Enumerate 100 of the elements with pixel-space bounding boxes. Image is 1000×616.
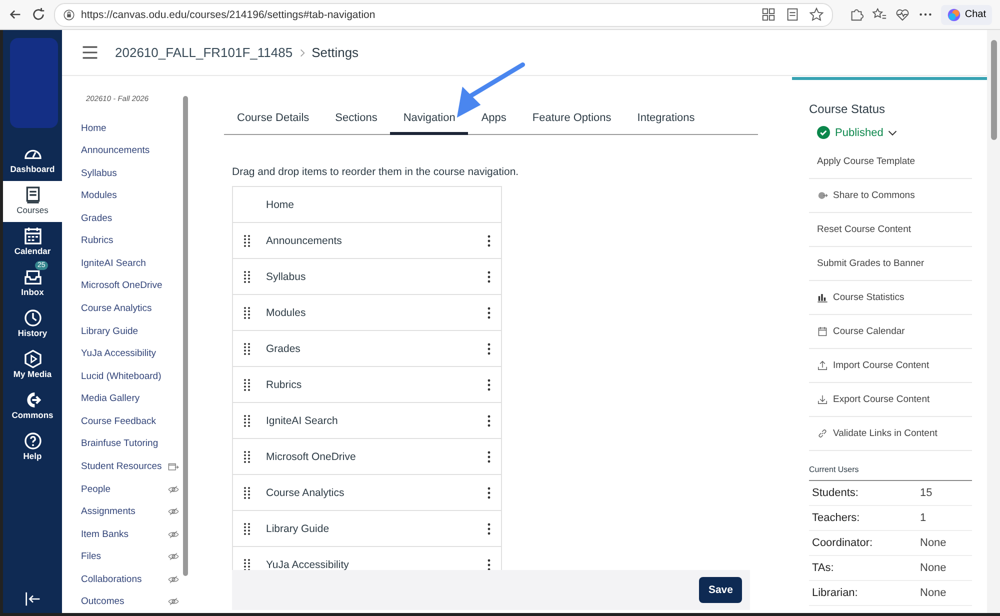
- table-cell-text: Coordinator:: [812, 537, 874, 549]
- more-options-icon[interactable]: [487, 450, 491, 462]
- global-nav-item[interactable]: My Media: [3, 345, 62, 386]
- tab[interactable]: Sections: [322, 108, 390, 135]
- more-options-icon[interactable]: [487, 414, 491, 426]
- navigation-item[interactable]: YuJa Accessibility: [266, 558, 487, 570]
- drag-handle-icon[interactable]: [244, 414, 250, 426]
- course-nav-link[interactable]: Brainfuse Tutoring: [81, 438, 158, 450]
- instruction-text: Drag and drop items to reorder them in the course navigation.: [232, 166, 520, 178]
- navigation-item[interactable]: Grades: [266, 342, 487, 354]
- breadcrumb-current: Settings: [312, 45, 359, 60]
- drag-handle-icon[interactable]: [244, 558, 250, 570]
- breadcrumb-link[interactable]: 202610_FALL_FR101F_11485: [115, 45, 293, 60]
- drag-handle-icon[interactable]: [244, 486, 250, 498]
- navigation-item[interactable]: Microsoft OneDrive: [266, 450, 487, 462]
- heart-pulse-icon[interactable]: [894, 7, 910, 22]
- drag-handle-icon[interactable]: [244, 522, 250, 534]
- course-nav-link[interactable]: People: [81, 484, 111, 495]
- save-button[interactable]: Save: [699, 577, 742, 603]
- course-nav-link[interactable]: Item Banks: [81, 528, 129, 540]
- star-icon[interactable]: [808, 7, 824, 22]
- reader-icon[interactable]: [784, 7, 800, 22]
- more-options-icon[interactable]: [487, 306, 491, 318]
- course-nav-link[interactable]: Media Gallery: [81, 393, 140, 404]
- global-nav-item[interactable]: History: [3, 304, 62, 345]
- drag-handle-icon[interactable]: [244, 234, 250, 246]
- more-options-icon[interactable]: [487, 486, 491, 498]
- course-nav-link[interactable]: Syllabus: [81, 168, 117, 179]
- table-cell: 1: [920, 512, 926, 524]
- menu-icon[interactable]: [81, 45, 99, 60]
- chevron-icon: [298, 48, 306, 58]
- course-nav-link[interactable]: Grades: [81, 212, 112, 224]
- help-icon: [22, 431, 42, 451]
- sidebar-action[interactable]: Apply Course Template: [809, 145, 972, 179]
- global-nav-item[interactable]: Commons: [3, 386, 62, 427]
- global-nav-item[interactable]: Dashboard: [3, 140, 62, 181]
- calendar-icon: [22, 226, 42, 246]
- copilot-icon: [946, 8, 961, 22]
- tab[interactable]: Apps: [468, 108, 520, 135]
- course-nav-link[interactable]: YuJa Accessibility: [81, 348, 156, 360]
- download-icon: [817, 394, 828, 405]
- course-nav-link[interactable]: Microsoft OneDrive: [81, 280, 162, 292]
- navigation-item[interactable]: Rubrics: [266, 378, 487, 390]
- puzzle-icon[interactable]: [848, 7, 864, 22]
- table-cell: 15: [920, 487, 932, 499]
- course-nav-link[interactable]: Library Guide: [81, 326, 138, 337]
- navigation-item[interactable]: Home: [266, 198, 491, 210]
- course-nav-link[interactable]: Course Analytics: [81, 303, 152, 314]
- scrollbar[interactable]: [987, 30, 1000, 613]
- global-nav-item[interactable]: Calendar: [3, 222, 62, 263]
- course-nav-link[interactable]: Outcomes: [81, 596, 124, 608]
- sidebar-action[interactable]: Course Calendar: [809, 315, 972, 349]
- play-hexagon-icon: [22, 349, 42, 369]
- more-options-icon[interactable]: [487, 522, 491, 534]
- course-nav-link[interactable]: Collaborations: [81, 574, 142, 585]
- drag-handle-icon[interactable]: [244, 378, 250, 390]
- course-nav-link[interactable]: Student Resources: [81, 460, 162, 472]
- more-options-icon[interactable]: [487, 234, 491, 246]
- course-nav-link[interactable]: Lucid (Whiteboard): [81, 370, 162, 382]
- navigation-item[interactable]: Modules: [266, 306, 487, 318]
- more-options-icon[interactable]: [487, 378, 491, 390]
- drag-handle-icon[interactable]: [244, 270, 250, 282]
- sidebar-action[interactable]: Validate Links in Content: [809, 417, 972, 451]
- drag-handle-icon[interactable]: [244, 306, 250, 318]
- chat-button[interactable]: Chat: [940, 4, 992, 24]
- navigation-item[interactable]: Announcements: [266, 234, 487, 246]
- sidebar-action[interactable]: Share to Commons: [809, 179, 972, 213]
- tab[interactable]: Feature Options: [519, 108, 624, 135]
- tab[interactable]: Integrations: [624, 108, 708, 135]
- tab[interactable]: Course Details: [224, 108, 322, 135]
- more-options-icon[interactable]: [487, 342, 491, 354]
- apps-icon[interactable]: [760, 7, 776, 22]
- address-bar[interactable]: https://canvas.odu.edu/courses/214196/settings#tab-navigation: [54, 2, 833, 26]
- course-nav-link[interactable]: Announcements: [81, 145, 150, 156]
- global-nav-item[interactable]: Courses: [3, 181, 62, 222]
- navigation-item[interactable]: Course Analytics: [266, 486, 487, 498]
- navigation-item[interactable]: IgniteAI Search: [266, 414, 487, 426]
- navigation-item[interactable]: Library Guide: [266, 522, 487, 534]
- navigation-item[interactable]: Syllabus: [266, 270, 487, 282]
- sidebar-action[interactable]: Import Course Content: [809, 349, 972, 383]
- more-options-icon[interactable]: [487, 558, 491, 570]
- global-nav-item[interactable]: Help: [3, 427, 62, 468]
- sidebar-action[interactable]: Export Course Content: [809, 383, 972, 417]
- drag-handle-icon[interactable]: [244, 450, 250, 462]
- course-nav-link[interactable]: Home: [81, 122, 106, 134]
- more-options-icon[interactable]: [487, 270, 491, 282]
- course-nav-link[interactable]: Files: [81, 551, 102, 562]
- course-nav-link[interactable]: IgniteAI Search: [81, 258, 146, 269]
- sidebar-action[interactable]: Submit Grades to Banner: [809, 247, 972, 281]
- course-nav-link[interactable]: Modules: [81, 190, 117, 202]
- course-nav-link[interactable]: Assignments: [81, 506, 136, 518]
- chevron-down-icon: [888, 130, 898, 136]
- drag-handle-icon[interactable]: [244, 342, 250, 354]
- course-nav-link[interactable]: Rubrics: [81, 235, 114, 246]
- sidebar-action[interactable]: Reset Course Content: [809, 213, 972, 247]
- link-icon: [817, 428, 828, 439]
- publish-status-button[interactable]: Published: [817, 126, 972, 139]
- course-nav-link[interactable]: Course Feedback: [81, 416, 156, 427]
- sidebar-action[interactable]: Course Statistics: [809, 281, 972, 315]
- refresh-icon[interactable]: [31, 7, 46, 22]
